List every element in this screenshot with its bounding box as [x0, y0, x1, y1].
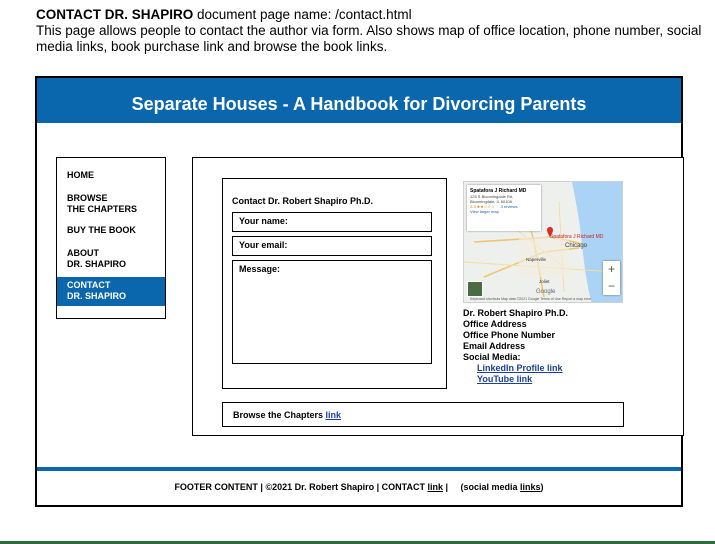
map-city-label: Chicago: [565, 243, 588, 249]
nav-item-buy-book[interactable]: BUY THE BOOK: [57, 225, 165, 236]
footer-middle: | (social media: [442, 482, 521, 492]
nav-item-about[interactable]: ABOUT DR. SHAPIRO: [57, 248, 165, 270]
social-media-label: Social Media:: [463, 352, 521, 362]
intro-page-name: document page name: /contact.html: [193, 7, 412, 22]
nav-item-label: DR. SHAPIRO: [67, 291, 127, 301]
contact-form: Contact Dr. Robert Shapiro Ph.D. Your na…: [222, 178, 447, 389]
map-town-label: Naperville: [526, 257, 547, 262]
intro-title: CONTACT DR. SHAPIRO: [36, 7, 194, 22]
footer-suffix: ): [540, 482, 544, 492]
contact-info: Dr. Robert Shapiro Ph.D. Office Address …: [463, 308, 568, 385]
name-field[interactable]: Your name:: [232, 212, 432, 232]
page-description: CONTACT DR. SHAPIRO document page name: …: [36, 7, 706, 55]
map-logo: Google: [536, 289, 556, 295]
zoom-in-button[interactable]: +: [603, 261, 620, 278]
office-phone: Office Phone Number: [463, 330, 556, 340]
nav-item-home[interactable]: HOME: [57, 170, 165, 181]
nav-item-contact[interactable]: CONTACT DR. SHAPIRO: [57, 277, 165, 306]
office-address: Office Address: [463, 319, 527, 329]
map-info-card: Spatafora J Richard MD 125 S Bloomingdal…: [467, 185, 541, 231]
linkedin-link[interactable]: LinkedIn Profile link: [463, 363, 568, 374]
nav-item-label: ABOUT: [67, 248, 99, 258]
browse-chapters-link[interactable]: link: [326, 410, 342, 420]
map-card-reviews-link[interactable]: 3 reviews: [501, 204, 518, 209]
nav-item-browse-chapters[interactable]: BROWSE THE CHAPTERS: [57, 193, 165, 215]
footer-social-link[interactable]: links: [520, 482, 541, 492]
intro-description: This page allows people to contact the a…: [36, 23, 702, 54]
nav-item-label: DR. SHAPIRO: [67, 259, 127, 269]
site-footer: FOOTER CONTENT | ©2021 Dr. Robert Shapir…: [37, 482, 681, 492]
doctor-name: Dr. Robert Shapiro Ph.D.: [463, 308, 569, 318]
youtube-link[interactable]: YouTube link: [463, 374, 568, 385]
zoom-out-button[interactable]: −: [603, 278, 620, 295]
email-field[interactable]: Your email:: [232, 236, 432, 256]
nav-item-label: THE CHAPTERS: [67, 204, 138, 214]
footer-prefix: FOOTER CONTENT | ©2021 Dr. Robert Shapir…: [174, 482, 428, 492]
map-town-label: Joliet: [539, 279, 550, 284]
browse-chapters-box: Browse the Chapters link: [222, 402, 624, 427]
site-header-title: Separate Houses - A Handbook for Divorci…: [37, 78, 681, 123]
footer-contact-link[interactable]: link: [427, 482, 443, 492]
view-larger-map-link[interactable]: View larger map: [470, 209, 538, 215]
map-zoom-control: + −: [603, 261, 620, 295]
browse-text: Browse the Chapters: [233, 410, 326, 420]
office-map[interactable]: Spatafora J Richard MD 125 S Bloomingdal…: [463, 181, 623, 303]
wireframe-page: Separate Houses - A Handbook for Divorci…: [35, 76, 684, 507]
nav-item-label: HOME: [67, 170, 94, 180]
map-place-label: Spatafora J Richard MD: [550, 234, 604, 240]
satellite-toggle[interactable]: [467, 281, 483, 297]
message-field[interactable]: Message:: [232, 260, 432, 364]
main-content: Contact Dr. Robert Shapiro Ph.D. Your na…: [192, 157, 684, 436]
sidebar-nav: HOME BROWSE THE CHAPTERS BUY THE BOOK AB…: [56, 157, 166, 319]
footer-divider: [37, 467, 681, 471]
nav-item-label: CONTACT: [67, 280, 111, 290]
nav-item-label: BUY THE BOOK: [67, 225, 136, 235]
form-title: Contact Dr. Robert Shapiro Ph.D.: [232, 196, 374, 206]
nav-item-label: BROWSE: [67, 193, 108, 203]
email-address: Email Address: [463, 341, 526, 351]
map-footer: Keyboard shortcuts Map data ©2021 Google…: [470, 297, 592, 301]
